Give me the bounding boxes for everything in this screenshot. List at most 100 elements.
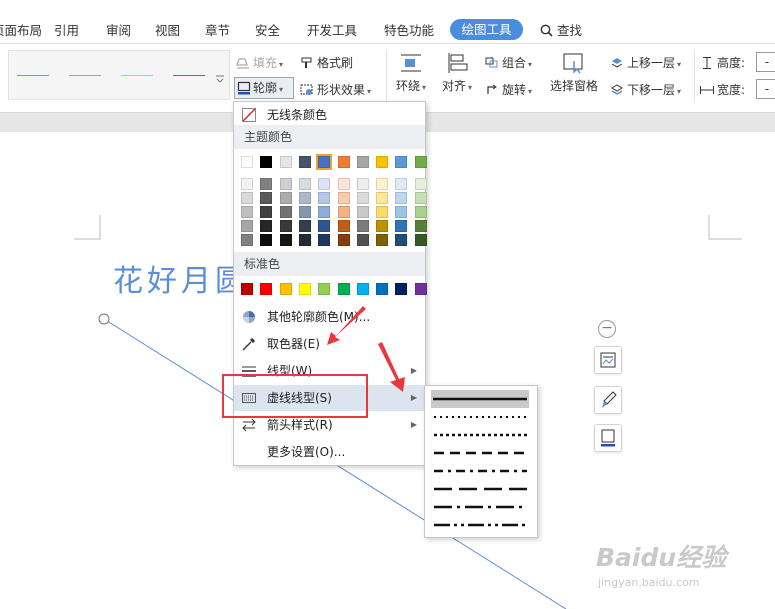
theme-shade-swatch[interactable] (279, 192, 292, 204)
dash-option-long-dash[interactable] (431, 480, 529, 498)
menu-item-eyedropper[interactable]: 取色器(E) (234, 331, 425, 357)
theme-color-swatch[interactable] (337, 156, 350, 168)
theme-color-swatch[interactable] (316, 154, 333, 170)
standard-color-swatch[interactable] (241, 283, 253, 295)
theme-shade-swatch[interactable] (241, 234, 253, 246)
standard-color-swatch[interactable] (298, 283, 311, 295)
group-button[interactable]: 组合 ▾ (485, 54, 532, 71)
theme-shade-swatch[interactable] (414, 178, 427, 190)
theme-shade-swatch[interactable] (241, 220, 253, 232)
theme-shade-swatch[interactable] (337, 234, 350, 246)
outline-button[interactable]: 轮廓 ▾ (234, 77, 294, 99)
theme-shade-swatch[interactable] (414, 192, 427, 204)
theme-shade-swatch[interactable] (279, 220, 292, 232)
shape-outline-button[interactable] (594, 424, 622, 452)
theme-shade-swatch[interactable] (260, 234, 273, 246)
theme-shade-swatch[interactable] (376, 206, 389, 218)
theme-shade-swatch[interactable] (318, 178, 331, 190)
tab-drawing-tools[interactable]: 绘图工具 (450, 19, 523, 40)
theme-shade-swatch[interactable] (298, 178, 311, 190)
theme-shade-swatch[interactable] (376, 178, 389, 190)
theme-shade-swatch[interactable] (395, 178, 408, 190)
theme-shade-swatch[interactable] (414, 234, 427, 246)
menu-item-more-settings[interactable]: 更多设置(O)... (234, 439, 425, 465)
collapse-toolbar-button[interactable]: − (598, 320, 616, 338)
theme-shade-swatch[interactable] (356, 178, 369, 190)
tab-view[interactable]: 视图 (155, 20, 180, 39)
standard-color-swatch[interactable] (260, 283, 273, 295)
theme-shade-swatch[interactable] (318, 220, 331, 232)
tab-developer[interactable]: 开发工具 (307, 20, 357, 39)
theme-color-swatch[interactable] (395, 156, 408, 168)
shape-effects-button[interactable]: 形状效果 ▾ (300, 81, 371, 98)
theme-color-swatch[interactable] (279, 156, 292, 168)
theme-shade-swatch[interactable] (298, 206, 311, 218)
standard-color-swatch[interactable] (395, 283, 408, 295)
theme-shade-swatch[interactable] (356, 234, 369, 246)
tab-special-features[interactable]: 特色功能 (384, 20, 434, 39)
layout-options-button[interactable] (594, 346, 622, 374)
theme-shade-swatch[interactable] (414, 206, 427, 218)
theme-shade-swatch[interactable] (260, 206, 273, 218)
theme-shade-swatch[interactable] (356, 220, 369, 232)
menu-item-more-colors[interactable]: 其他轮廓颜色(M)... (234, 304, 425, 330)
theme-shade-swatch[interactable] (241, 178, 253, 190)
theme-shade-swatch[interactable] (279, 178, 292, 190)
theme-shade-swatch[interactable] (241, 192, 253, 204)
height-input[interactable]: - (756, 52, 775, 72)
format-painter-button[interactable]: 格式刷 (300, 54, 353, 71)
document-title-text[interactable]: 花好月圆 (113, 256, 249, 300)
theme-shade-swatch[interactable] (318, 192, 331, 204)
theme-shade-swatch[interactable] (356, 206, 369, 218)
theme-shade-swatch[interactable] (298, 220, 311, 232)
selection-pane-button[interactable]: 选择窗格 (548, 52, 600, 94)
theme-shade-swatch[interactable] (356, 192, 369, 204)
style-swatch[interactable] (121, 75, 153, 76)
standard-color-swatch[interactable] (356, 283, 369, 295)
theme-shade-swatch[interactable] (241, 206, 253, 218)
style-swatch[interactable] (69, 75, 101, 76)
theme-shade-swatch[interactable] (279, 234, 292, 246)
theme-shade-swatch[interactable] (260, 192, 273, 204)
tab-chapter[interactable]: 章节 (205, 20, 230, 39)
theme-shade-swatch[interactable] (337, 206, 350, 218)
tab-review[interactable]: 审阅 (106, 20, 131, 39)
theme-color-swatch[interactable] (298, 156, 311, 168)
theme-shade-swatch[interactable] (337, 220, 350, 232)
theme-color-swatch[interactable] (356, 156, 369, 168)
dash-option-long-dash-dot[interactable] (431, 498, 529, 516)
theme-shade-swatch[interactable] (298, 192, 311, 204)
shape-style-button[interactable] (594, 386, 622, 414)
rotate-button[interactable]: 旋转 ▾ (485, 81, 532, 98)
theme-shade-swatch[interactable] (414, 220, 427, 232)
dash-option-round-dot[interactable] (431, 408, 529, 426)
theme-shade-swatch[interactable] (260, 178, 273, 190)
theme-shade-swatch[interactable] (395, 234, 408, 246)
tab-security[interactable]: 安全 (255, 20, 280, 39)
theme-shade-swatch[interactable] (318, 206, 331, 218)
standard-color-swatch[interactable] (337, 283, 350, 295)
theme-shade-swatch[interactable] (395, 206, 408, 218)
theme-color-swatch[interactable] (260, 156, 273, 168)
dash-option-dash-dot[interactable] (431, 462, 529, 480)
tab-page-layout[interactable]: 页面布局 (0, 20, 42, 39)
dash-option-long-dash-dot-dot[interactable] (431, 516, 529, 534)
theme-shade-swatch[interactable] (318, 234, 331, 246)
style-swatch[interactable] (173, 75, 205, 76)
shape-style-gallery[interactable] (8, 50, 230, 100)
gallery-scroll-button[interactable] (212, 50, 228, 100)
dash-option-square-dot[interactable] (431, 426, 529, 444)
search-tab[interactable]: 查找 (540, 20, 582, 39)
theme-shade-swatch[interactable] (337, 192, 350, 204)
theme-shade-swatch[interactable] (337, 178, 350, 190)
wrap-button[interactable]: 环绕 ▾ (392, 52, 430, 94)
align-button[interactable]: 对齐 ▾ (438, 52, 476, 94)
style-swatch[interactable] (17, 75, 49, 76)
standard-color-swatch[interactable] (318, 283, 331, 295)
theme-color-swatch[interactable] (414, 156, 427, 168)
theme-color-swatch[interactable] (376, 156, 389, 168)
theme-shade-swatch[interactable] (395, 192, 408, 204)
theme-shade-swatch[interactable] (376, 234, 389, 246)
send-backward-button[interactable]: 下移一层 ▾ (610, 81, 681, 98)
theme-shade-swatch[interactable] (260, 220, 273, 232)
